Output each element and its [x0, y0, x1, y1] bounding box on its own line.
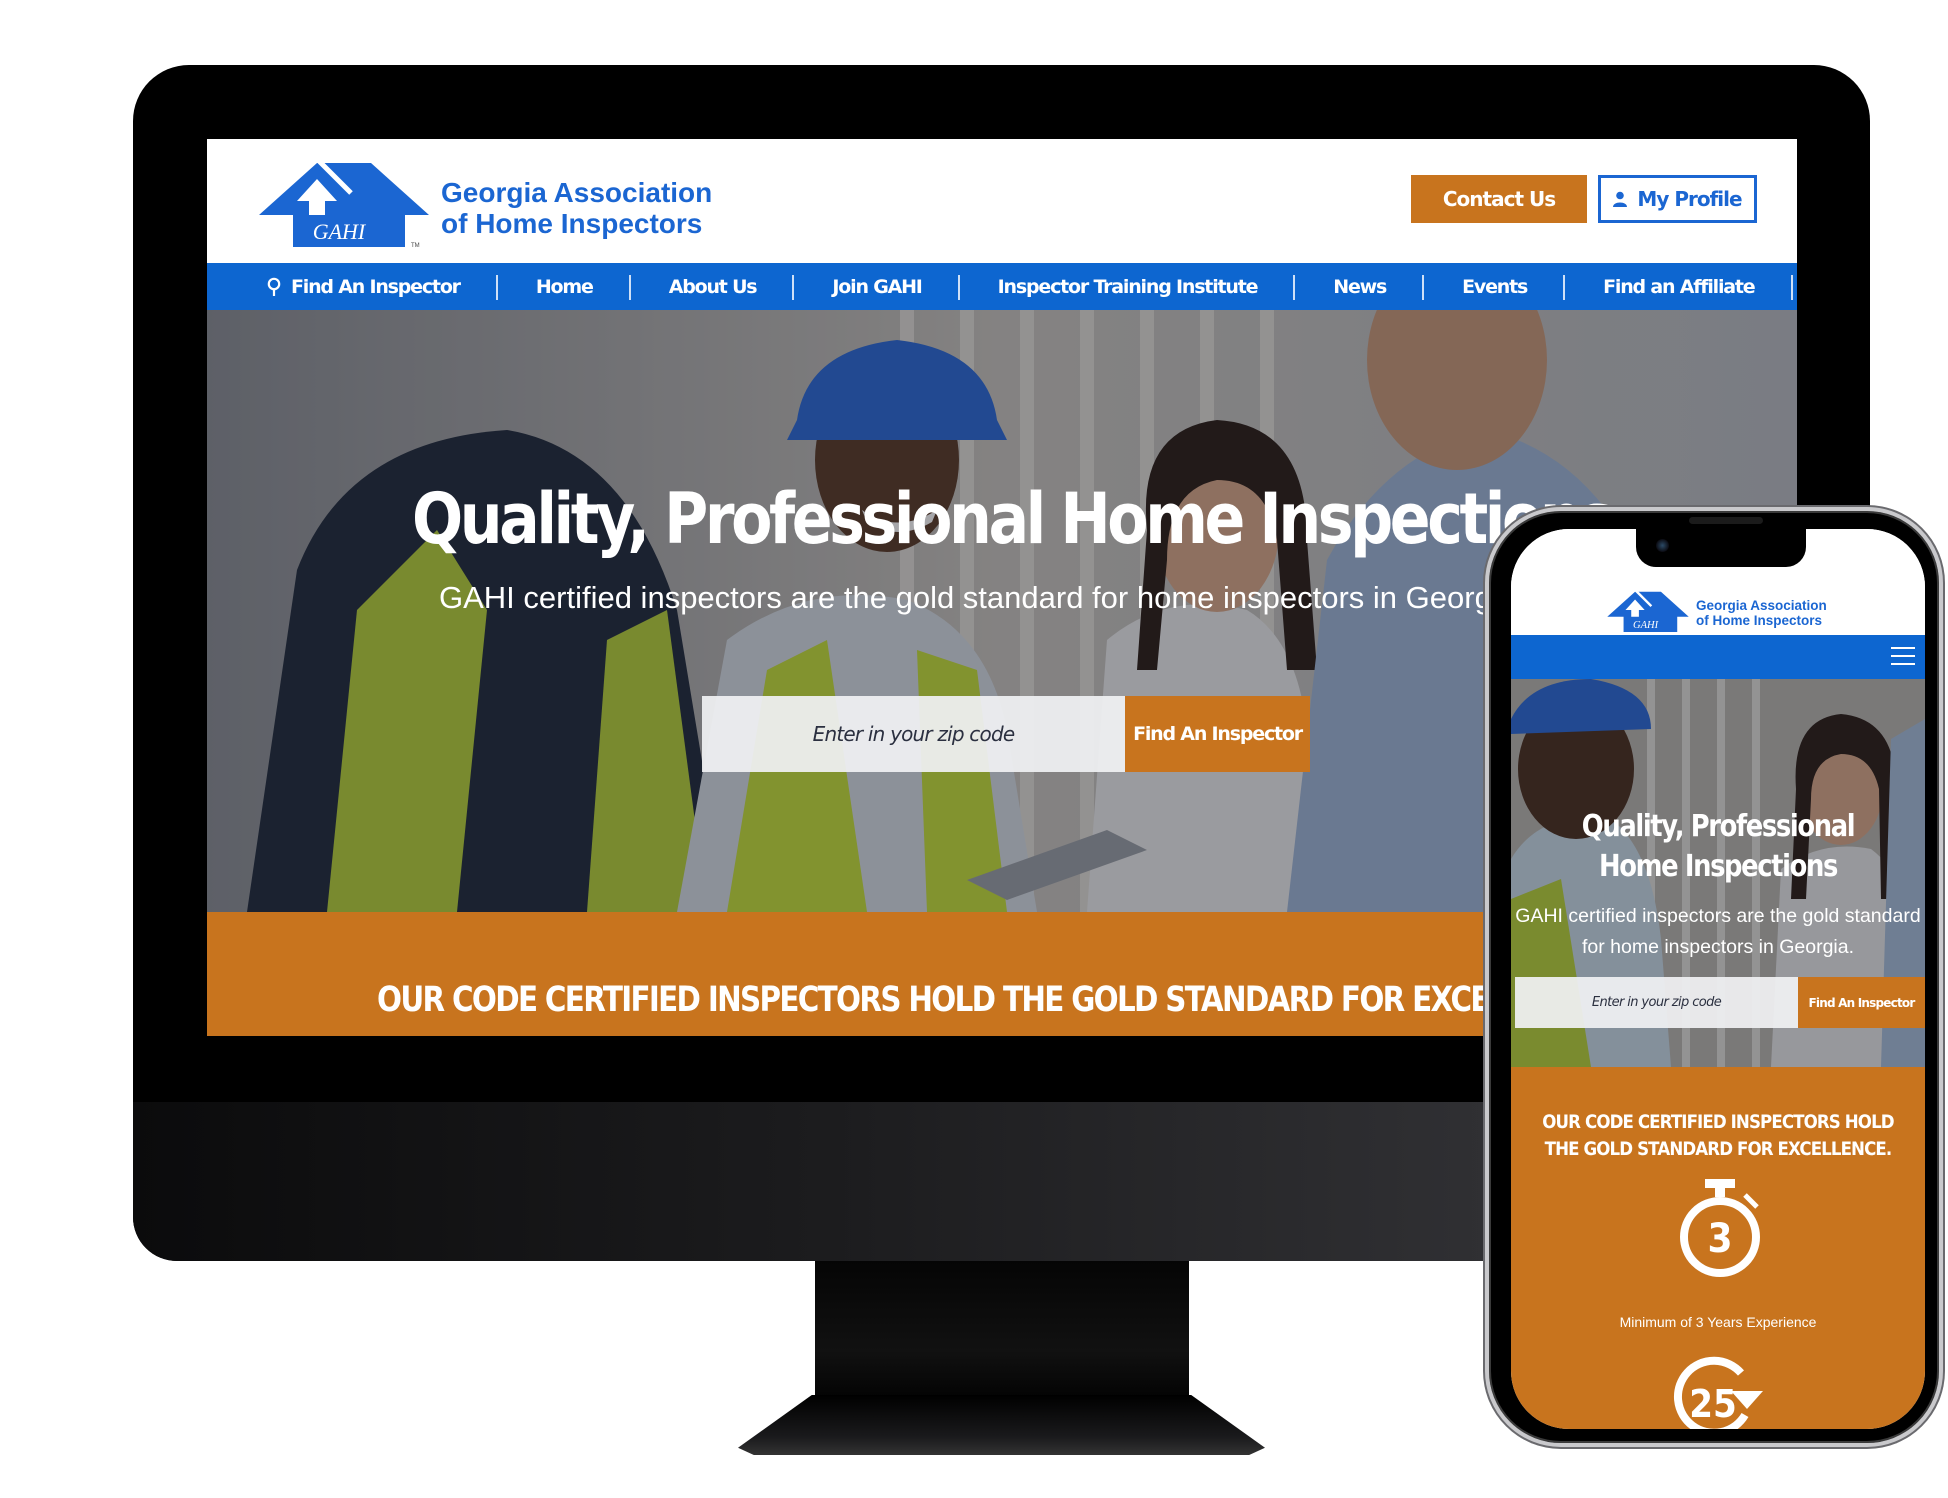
stat-label: Minimum of 3 Years Experience [1619, 1314, 1817, 1330]
logo-line-1: Georgia Association [1696, 597, 1827, 613]
mobile-zip-search-form: Find An Inspector [1515, 977, 1925, 1028]
nav-label: Find An Inspector [291, 275, 461, 298]
user-icon [1613, 191, 1628, 207]
zip-search-form: Find An Inspector [702, 696, 1310, 772]
site-logo[interactable]: GAHI TM Georgia Association of Home Insp… [259, 153, 712, 249]
logo-line-2: of Home Inspectors [441, 208, 703, 239]
stopwatch-icon: 3 [1680, 1179, 1760, 1277]
svg-text:GAHI: GAHI [1633, 620, 1659, 631]
hero-title: Quality, Professional Home Inspections [412, 478, 1615, 560]
nav-find-an-inspector[interactable]: Find An Inspector [267, 263, 498, 310]
mobile-hero-title: Quality, Professional Home Inspections [1581, 809, 1856, 884]
hamburger-icon [1891, 647, 1915, 649]
nav-home[interactable]: Home [498, 263, 631, 310]
zip-code-input[interactable] [702, 696, 1125, 772]
find-an-inspector-button[interactable]: Find An Inspector [1125, 696, 1310, 772]
mobile-hero-section: Quality, Professional Home Inspections G… [1511, 679, 1925, 1067]
mobile-site-logo[interactable]: GAHI Georgia Association of Home Inspect… [1607, 587, 1827, 633]
phone-speaker [1689, 517, 1763, 524]
gold-standard-heading: OUR CODE CERTIFIED INSPECTORS HOLD THE G… [377, 980, 1614, 1020]
svg-text:GAHI: GAHI [313, 219, 367, 244]
mobile-find-an-inspector-button[interactable]: Find An Inspector [1798, 977, 1925, 1028]
nav-find-an-affiliate[interactable]: Find an Affiliate [1565, 263, 1793, 310]
house-logo-icon: GAHI [1607, 589, 1689, 633]
monitor-stand [815, 1261, 1189, 1411]
contact-us-button[interactable]: Contact Us [1411, 175, 1587, 223]
logo-line-2: of Home Inspectors [1696, 613, 1823, 628]
front-camera-icon [1656, 539, 1669, 552]
stat-number: 3 [1707, 1216, 1732, 1262]
location-pin-icon [267, 277, 281, 296]
svg-text:TM: TM [411, 243, 420, 249]
house-logo-icon: GAHI TM [259, 157, 429, 249]
mobile-gold-standard-heading: OUR CODE CERTIFIED INSPECTORS HOLD THE G… [1542, 1112, 1894, 1160]
main-nav: Find An Inspector Home About Us Join GAH… [207, 263, 1797, 310]
mobile-zip-code-input[interactable] [1515, 977, 1798, 1028]
my-profile-label: My Profile [1637, 187, 1742, 211]
nav-inspector-training-institute[interactable]: Inspector Training Institute [960, 263, 1296, 310]
mobile-hero-subtitle: GAHI certified inspectors are the gold s… [1515, 905, 1921, 958]
site-header: GAHI TM Georgia Association of Home Insp… [207, 139, 1797, 263]
nav-news[interactable]: News [1295, 263, 1425, 310]
my-profile-button[interactable]: My Profile [1598, 175, 1757, 223]
logo-wordmark: Georgia Association of Home Inspectors [441, 177, 712, 240]
mobile-phone-mockup: GAHI Georgia Association of Home Inspect… [1485, 507, 1943, 1447]
mobile-logo-wordmark: Georgia Association of Home Inspectors [1696, 598, 1827, 628]
mobile-gold-standard-band: OUR CODE CERTIFIED INSPECTORS HOLD THE G… [1511, 1067, 1925, 1429]
mobile-screen: GAHI Georgia Association of Home Inspect… [1511, 529, 1925, 1429]
monitor-stand-base [738, 1395, 1265, 1455]
hero-subtitle: GAHI certified inspectors are the gold s… [439, 580, 1525, 615]
logo-line-1: Georgia Association [441, 176, 713, 208]
cycle-arrow-icon: 25 [1673, 1356, 1763, 1429]
stat-number: 25 [1689, 1382, 1737, 1426]
nav-events[interactable]: Events [1424, 263, 1566, 310]
phone-notch [1636, 529, 1806, 567]
nav-join-gahi[interactable]: Join GAHI [794, 263, 960, 310]
mobile-nav-bar [1511, 635, 1925, 679]
hamburger-menu-button[interactable] [1891, 645, 1915, 667]
nav-about-us[interactable]: About Us [631, 263, 795, 310]
